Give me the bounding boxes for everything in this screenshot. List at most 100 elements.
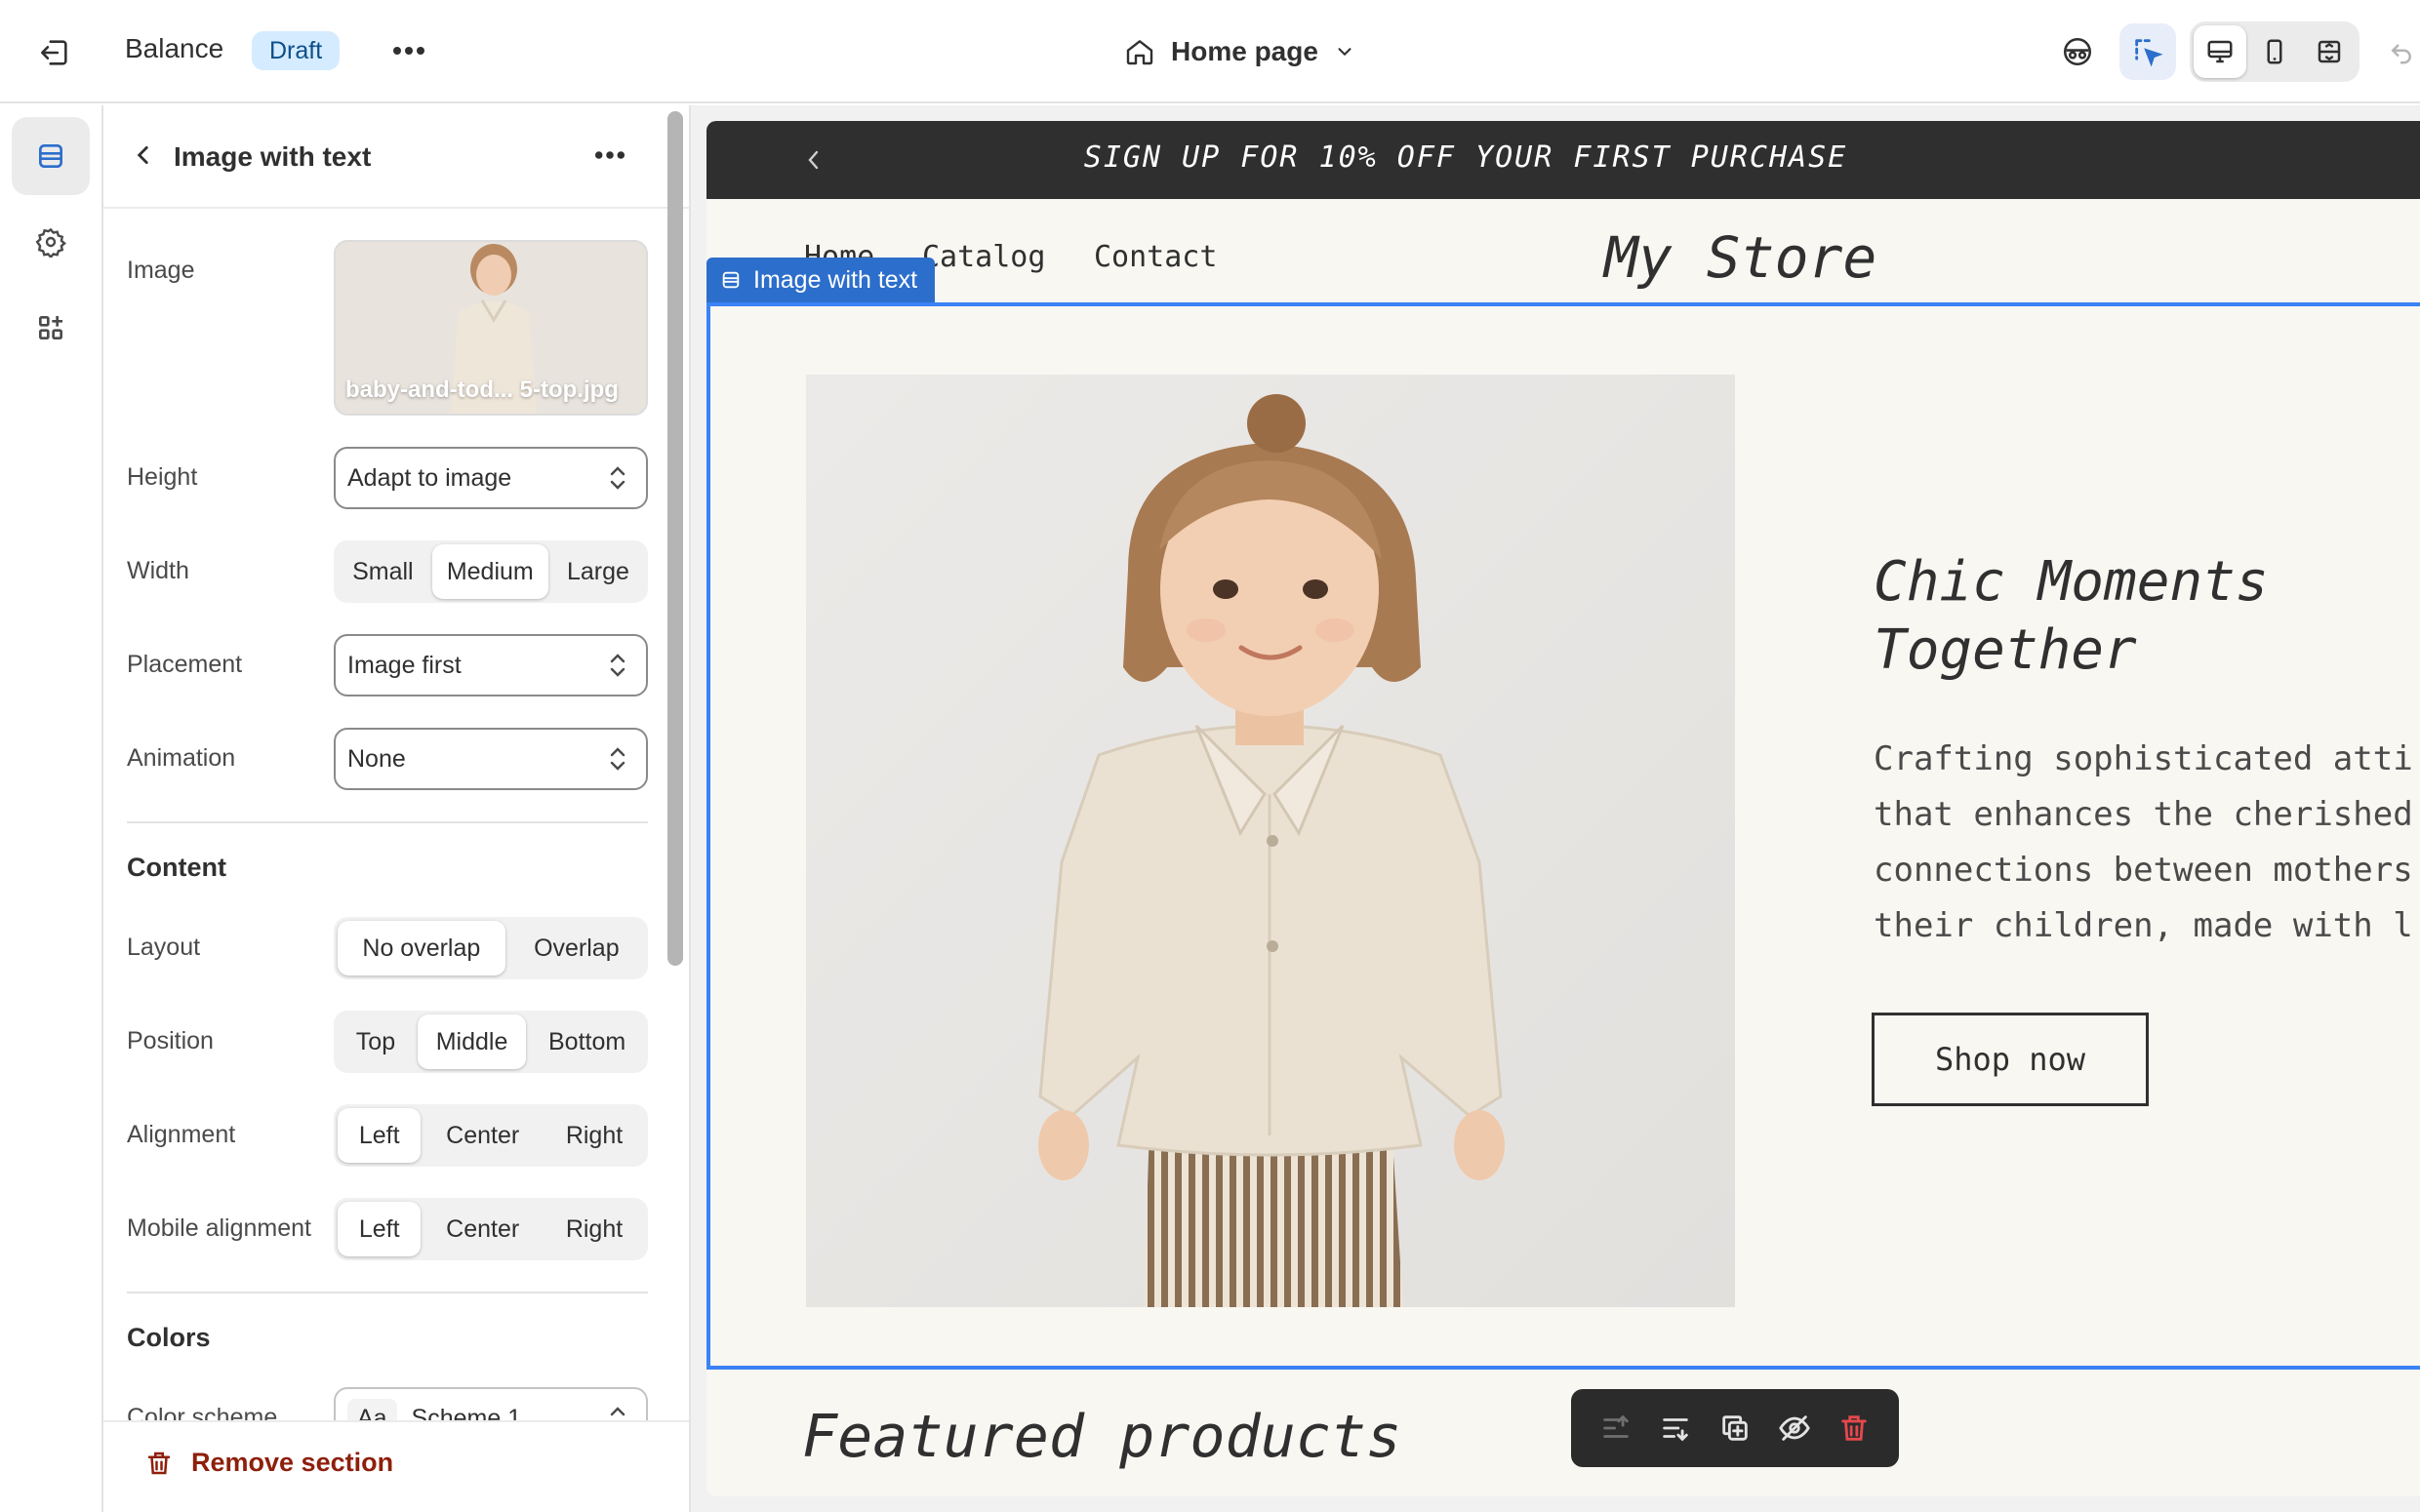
nav-link-catalog[interactable]: Catalog — [922, 240, 1045, 274]
colors-heading: Colors — [127, 1323, 211, 1352]
incognito-icon — [2063, 37, 2092, 66]
hide-icon[interactable] — [1778, 1412, 1811, 1445]
chevron-down-icon — [1338, 48, 1351, 57]
page-selector[interactable]: Home page — [1124, 27, 1355, 76]
placement-value: Image first — [347, 652, 462, 679]
layout-segmented: No overlap Overlap — [334, 917, 648, 979]
nav-link-contact[interactable]: Contact — [1094, 240, 1217, 274]
shop-now-button[interactable]: Shop now — [1872, 1013, 2149, 1106]
position-label: Position — [127, 1027, 214, 1054]
store-header: Home Catalog Contact My Store — [706, 224, 2420, 291]
width-option-large[interactable]: Large — [552, 544, 644, 599]
editor-sidebar-rail — [0, 105, 103, 1512]
height-label: Height — [127, 463, 198, 491]
desktop-icon — [2207, 40, 2233, 63]
section-image[interactable] — [806, 375, 1735, 1307]
hero-heading-line2: Together — [1874, 618, 2137, 682]
move-up-icon[interactable] — [1599, 1412, 1633, 1445]
chevron-updown-icon — [610, 466, 625, 490]
animation-label: Animation — [127, 744, 236, 772]
placement-select[interactable]: Image first — [334, 634, 648, 696]
alignment-option-right[interactable]: Right — [544, 1108, 644, 1163]
remove-section-label: Remove section — [191, 1448, 394, 1477]
theme-actions-button[interactable] — [384, 29, 433, 72]
chevron-left-icon — [137, 146, 148, 164]
delete-icon[interactable] — [1837, 1412, 1871, 1445]
width-option-medium[interactable]: Medium — [431, 544, 548, 599]
image-filename: baby-and-tod... 5-top.jpg — [345, 377, 619, 403]
select-cursor-icon — [2135, 39, 2163, 67]
mobile-alignment-option-left[interactable]: Left — [338, 1202, 422, 1256]
announcement-text: SIGN UP FOR 10% OFF YOUR FIRST PURCHASE — [1083, 140, 1848, 175]
animation-value: None — [347, 745, 406, 773]
remove-section-button[interactable]: Remove section — [144, 1448, 393, 1478]
apps-nav-button[interactable] — [12, 289, 90, 367]
selected-section-tag[interactable]: Image with text — [706, 258, 936, 302]
apps-icon — [38, 316, 62, 339]
image-label: Image — [127, 257, 195, 284]
height-select[interactable]: Adapt to image — [334, 447, 648, 509]
back-button[interactable] — [121, 133, 166, 178]
layout-option-no-overlap[interactable]: No overlap — [338, 921, 505, 975]
alignment-label: Alignment — [127, 1121, 236, 1148]
section-text: Chic Moments Together Crafting sophistic… — [1874, 548, 2413, 954]
animation-select[interactable]: None — [334, 728, 648, 790]
mobile-alignment-label: Mobile alignment — [127, 1214, 311, 1242]
hero-body-line: their children, made with l — [1874, 906, 2413, 945]
hero-heading-line1: Chic Moments — [1874, 550, 2269, 614]
move-down-icon[interactable] — [1659, 1412, 1692, 1445]
width-option-small[interactable]: Small — [338, 544, 428, 599]
hero-body-line: Crafting sophisticated atti — [1874, 739, 2413, 778]
desktop-view-button[interactable] — [2194, 25, 2246, 78]
inspector-toggle-button[interactable] — [2049, 23, 2106, 80]
announcement-bar: SIGN UP FOR 10% OFF YOUR FIRST PURCHASE — [706, 121, 2420, 199]
position-segmented: Top Middle Bottom — [334, 1011, 648, 1073]
mobile-view-button[interactable] — [2248, 25, 2301, 78]
section-floating-toolbar — [1571, 1389, 1899, 1467]
position-option-middle[interactable]: Middle — [417, 1015, 527, 1069]
image-picker[interactable]: baby-and-tod... 5-top.jpg — [334, 240, 648, 416]
mobile-alignment-option-right[interactable]: Right — [544, 1202, 644, 1256]
store-logo[interactable]: My Store — [1604, 224, 1876, 291]
child-photo — [806, 375, 1735, 1307]
topbar-tools — [2049, 21, 2420, 82]
sections-icon — [39, 144, 62, 168]
content-heading: Content — [127, 853, 226, 882]
status-badge: Draft — [252, 31, 341, 70]
more-horizontal-icon — [594, 151, 625, 159]
width-segmented: Small Medium Large — [334, 540, 648, 603]
theme-settings-nav-button[interactable] — [12, 203, 90, 281]
panel-header: Image with text — [103, 105, 689, 209]
divider — [127, 821, 648, 823]
placement-label: Placement — [127, 651, 243, 678]
exit-button[interactable] — [31, 29, 78, 76]
hero-body-line: connections between mothers — [1874, 851, 2413, 890]
selected-section-tag-label: Image with text — [753, 265, 918, 294]
sections-nav-button[interactable] — [12, 117, 90, 195]
panel-scrollbar[interactable] — [667, 111, 683, 966]
remove-section-bar: Remove section — [103, 1420, 689, 1512]
layout-label: Layout — [127, 934, 201, 961]
undo-button[interactable] — [2373, 23, 2420, 80]
theme-name[interactable]: Balance — [125, 29, 223, 68]
alignment-option-left[interactable]: Left — [338, 1108, 422, 1163]
alignment-segmented: Left Center Right — [334, 1104, 648, 1167]
chevron-updown-icon — [610, 654, 625, 677]
alignment-option-center[interactable]: Center — [424, 1108, 541, 1163]
fullscreen-icon — [2318, 40, 2341, 63]
position-option-bottom[interactable]: Bottom — [530, 1015, 644, 1069]
gear-icon — [35, 227, 66, 258]
width-label: Width — [127, 557, 189, 584]
home-icon — [1126, 40, 1153, 65]
select-element-button[interactable] — [2119, 23, 2176, 80]
more-horizontal-icon — [393, 47, 424, 55]
layout-option-overlap[interactable]: Overlap — [509, 921, 644, 975]
sections-icon — [722, 271, 740, 289]
viewport-switcher — [2190, 21, 2360, 82]
mobile-alignment-segmented: Left Center Right — [334, 1198, 648, 1260]
mobile-alignment-option-center[interactable]: Center — [424, 1202, 541, 1256]
section-actions-button[interactable] — [585, 133, 634, 178]
position-option-top[interactable]: Top — [338, 1015, 414, 1069]
fullwidth-view-button[interactable] — [2303, 25, 2356, 78]
duplicate-icon[interactable] — [1718, 1412, 1752, 1445]
